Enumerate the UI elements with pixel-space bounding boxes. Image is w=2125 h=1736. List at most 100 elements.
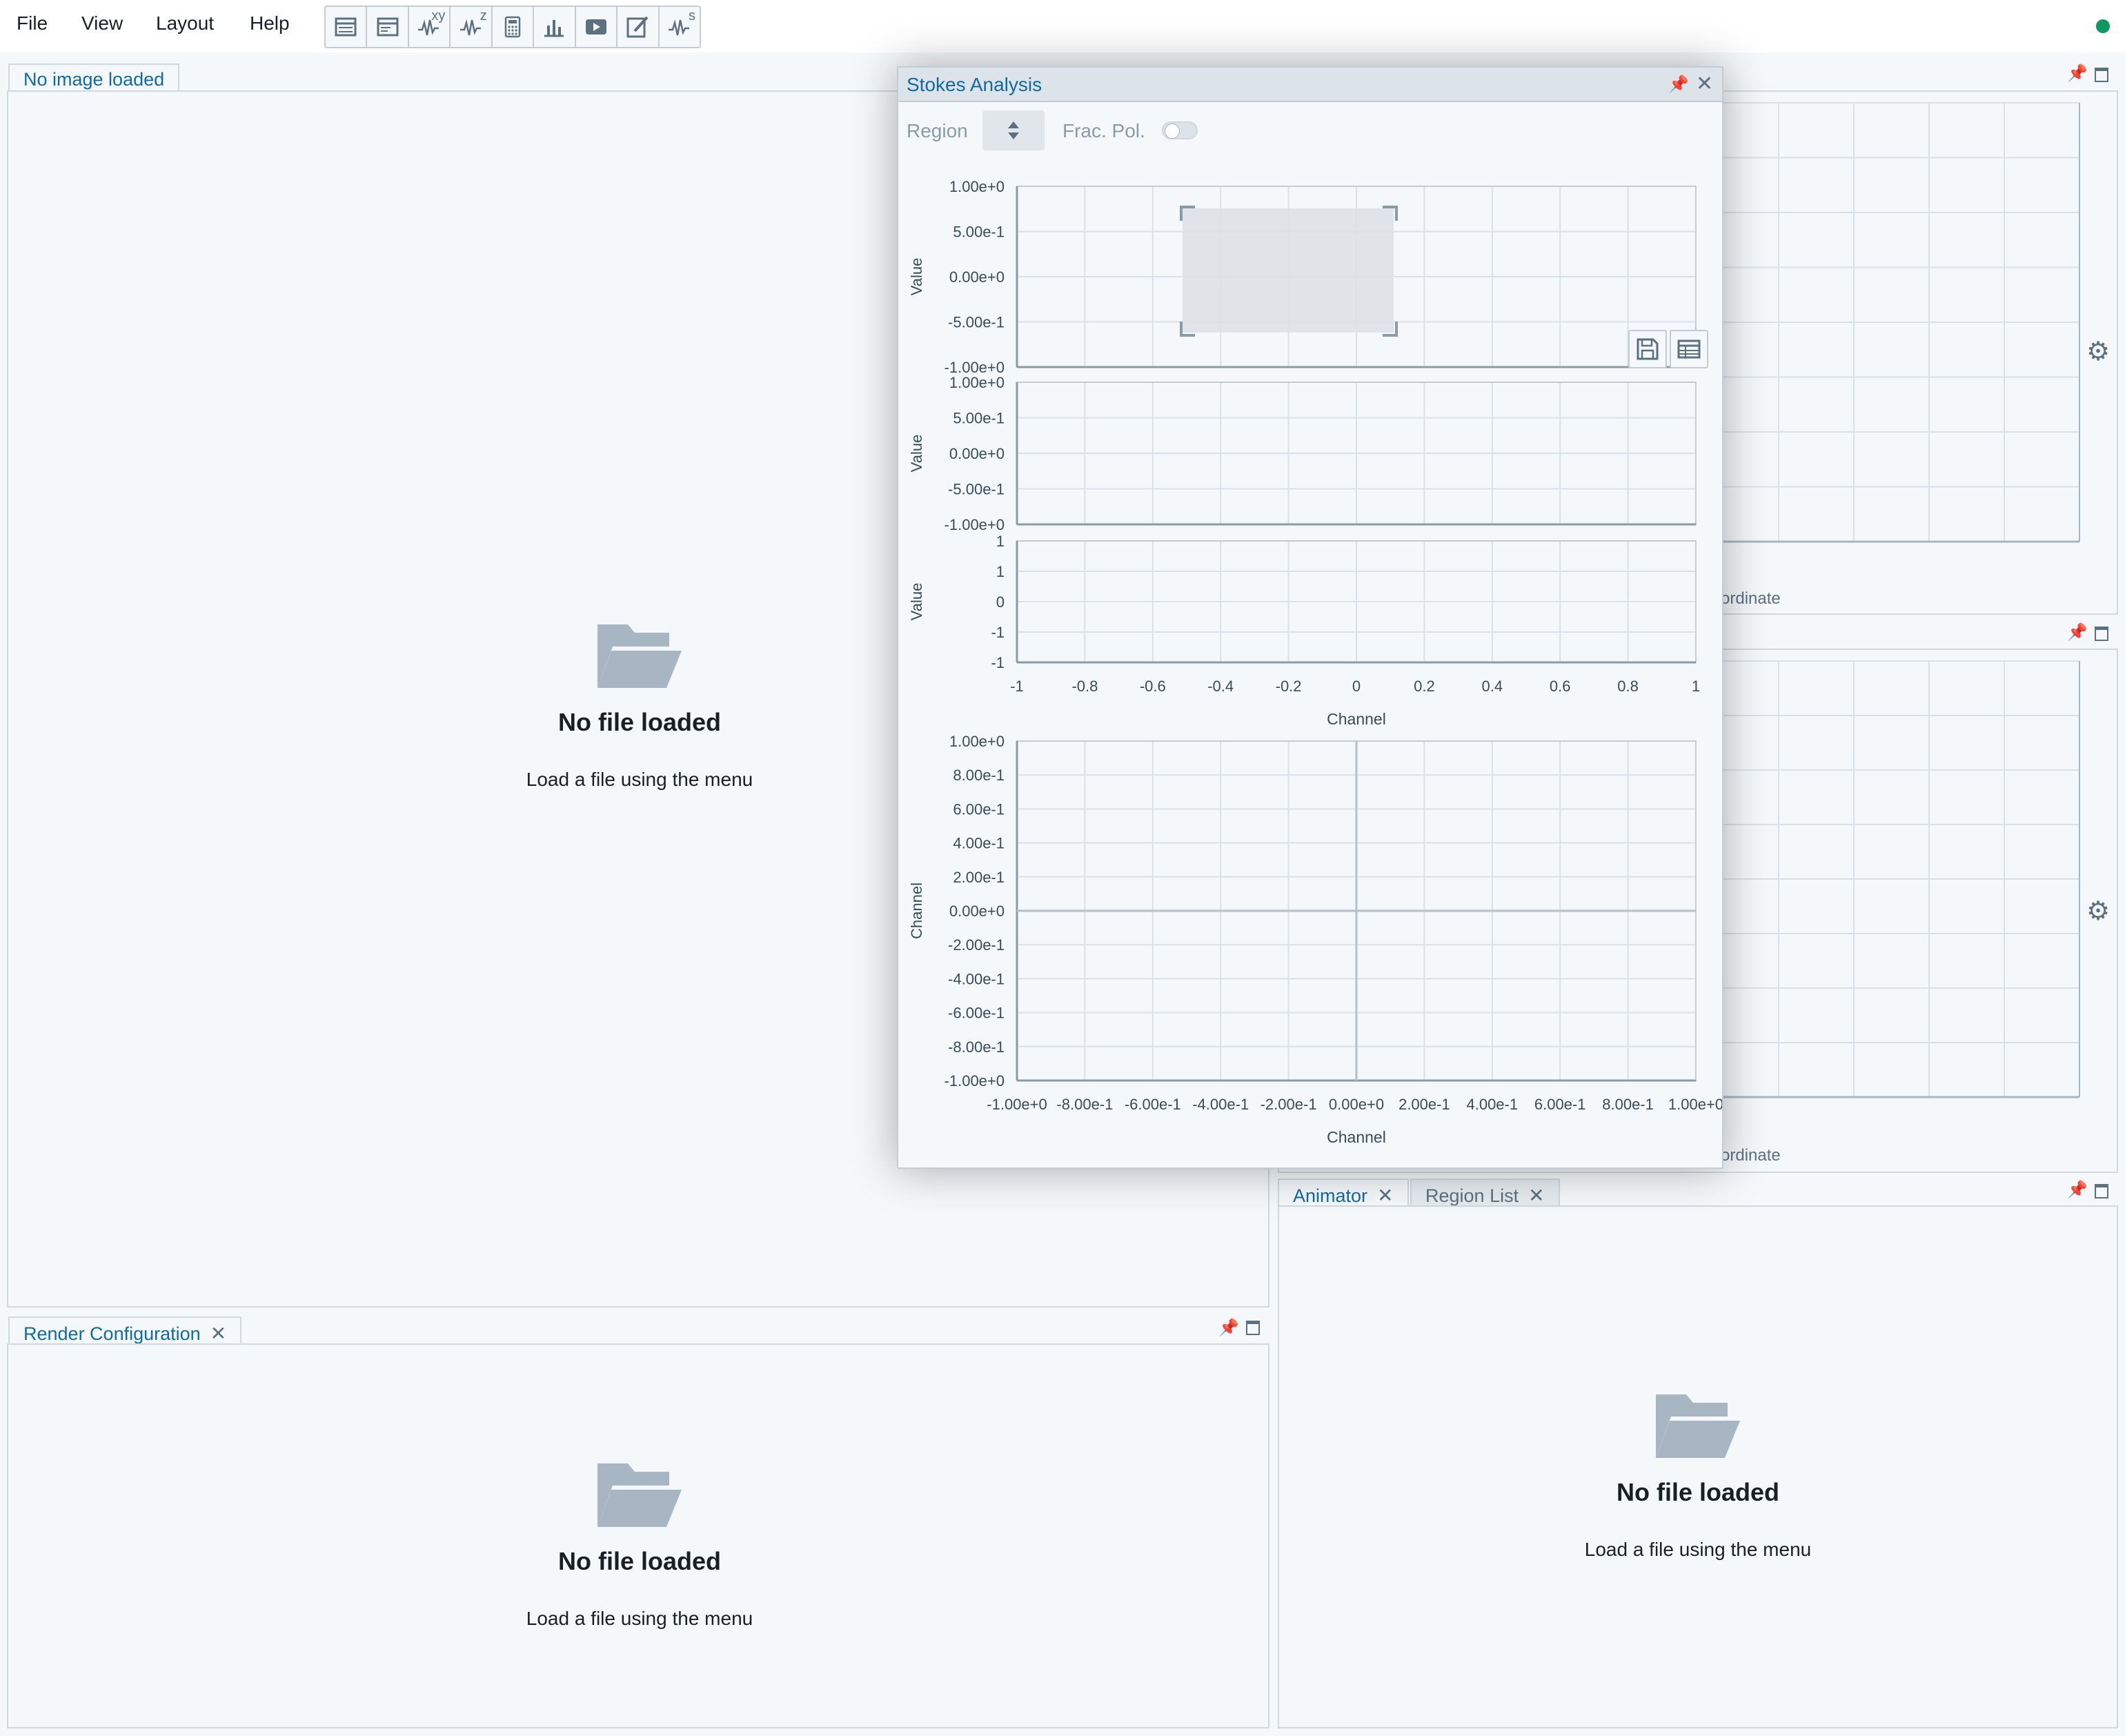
stokes-chart-3: 1 1 0 -1 -1 Value -1 -0.8 -0.6 -0.4 -0.2 0 0.2 0.4 0.6…: [908, 533, 1700, 728]
y-tick-label: -6.00e-1: [948, 1005, 1005, 1022]
stokes-analysis-window[interactable]: Stokes Analysis 📌 ✕ Region Frac. Pol. 1.…: [897, 66, 1723, 1169]
x-axis-label: Channel: [1327, 710, 1386, 728]
video-icon: [585, 19, 606, 34]
x-tick-label: 0.2: [1414, 678, 1435, 695]
tab-render-configuration[interactable]: Render Configuration ✕: [8, 1316, 242, 1344]
y-axis-label: Channel: [908, 882, 925, 939]
y-axis-label: Value: [908, 435, 925, 473]
x-tick-label: 6.00e-1: [1534, 1096, 1586, 1113]
close-icon[interactable]: ✕: [1528, 1185, 1544, 1206]
widget-toolbar: xy z s: [324, 6, 701, 48]
header-icon: [377, 17, 399, 37]
menu-layout[interactable]: Layout: [156, 12, 214, 34]
y-tick-label: 2.00e-1: [953, 869, 1005, 886]
y-tick-label: 1.00e+0: [949, 733, 1005, 750]
x-axis-label: Channel: [1327, 1128, 1386, 1146]
maximize-icon[interactable]: [2095, 68, 2108, 82]
empty-title: No file loaded: [557, 1547, 722, 1575]
y-tick-label: 6.00e-1: [953, 800, 1005, 818]
x-tick-label: -0.4: [1207, 678, 1234, 695]
x-tick-label: -6.00e-1: [1125, 1096, 1181, 1113]
spatial-superscript: xy: [431, 8, 446, 23]
pin-icon[interactable]: 📌: [2067, 622, 2088, 642]
x-tick-label: -0.8: [1071, 678, 1098, 695]
tab-animator[interactable]: Animator ✕: [1278, 1178, 1409, 1206]
animator-button[interactable]: [576, 7, 618, 47]
spectral-profiler-button[interactable]: z: [451, 7, 493, 47]
table-button[interactable]: [1670, 330, 1708, 368]
y-tick-label: 0.00e+0: [949, 902, 1005, 920]
statistics-button[interactable]: [493, 7, 535, 47]
tab-label: No image loaded: [23, 69, 165, 90]
empty-title: No file loaded: [557, 708, 722, 736]
empty-subtitle: Load a file using the menu: [1584, 1539, 1812, 1560]
x-tick-label: 0.4: [1482, 678, 1503, 695]
x-tick-label: 0.00e+0: [1329, 1096, 1384, 1113]
spectral-superscript: z: [480, 8, 487, 23]
y-tick-label: 4.00e-1: [953, 835, 1005, 852]
x-tick-label: -0.2: [1276, 678, 1302, 695]
save-button[interactable]: [1628, 330, 1667, 368]
y-tick-label: -4.00e-1: [948, 970, 1005, 987]
y-tick-label: -5.00e-1: [948, 481, 1005, 498]
x-tick-label: 8.00e-1: [1602, 1096, 1654, 1113]
y-tick-label: -1: [991, 654, 1005, 671]
maximize-icon[interactable]: [2095, 1184, 2108, 1199]
list-icon: [335, 17, 357, 37]
histogram-button[interactable]: [534, 7, 576, 47]
y-axis-label: Value: [908, 583, 925, 621]
x-axis-label: ordinate: [1721, 589, 1781, 608]
y-tick-label: 1.00e+0: [949, 374, 1005, 391]
floppy-disk-icon: [1637, 338, 1659, 360]
empty-state: No file loaded Load a file using the men…: [1491, 1386, 1905, 1561]
y-tick-label: 0.00e+0: [949, 268, 1005, 286]
y-tick-label: 5.00e-1: [953, 224, 1005, 241]
x-tick-label: -8.00e-1: [1056, 1096, 1113, 1113]
y-tick-label: -1.00e+0: [945, 516, 1005, 533]
x-tick-label: -2.00e-1: [1261, 1096, 1317, 1113]
y-tick-label: 1: [996, 563, 1005, 580]
y-tick-label: 0: [996, 593, 1005, 611]
folder-open-icon: [597, 1463, 682, 1527]
close-icon[interactable]: ✕: [1377, 1185, 1393, 1206]
animator-panel: No file loaded Load a file using the men…: [1278, 1205, 2118, 1728]
close-icon[interactable]: ✕: [210, 1323, 226, 1344]
calculator-icon: [504, 16, 521, 38]
pin-icon[interactable]: 📌: [2067, 63, 2088, 83]
empty-title: No file loaded: [1616, 1478, 1780, 1506]
render-config-button[interactable]: [617, 7, 660, 47]
x-tick-label: -1.00e+0: [987, 1096, 1047, 1113]
pin-icon[interactable]: 📌: [1218, 1318, 1239, 1338]
log-widget-button[interactable]: [326, 7, 368, 47]
tab-label: Animator: [1293, 1185, 1368, 1206]
selection-corners: [1180, 206, 1398, 337]
tab-image-viewer[interactable]: No image loaded: [8, 63, 180, 91]
pin-icon[interactable]: 📌: [2067, 1180, 2088, 1200]
bar-chart-icon: [544, 20, 564, 37]
y-tick-label: -8.00e-1: [948, 1038, 1005, 1056]
image-info-button[interactable]: [367, 7, 409, 47]
y-axis-label: Value: [908, 258, 925, 296]
menu-help[interactable]: Help: [250, 12, 290, 34]
menu-file[interactable]: File: [17, 12, 48, 34]
menu-view[interactable]: View: [81, 12, 123, 34]
empty-subtitle: Load a file using the menu: [526, 769, 753, 790]
tab-region-list[interactable]: Region List ✕: [1410, 1178, 1560, 1206]
gear-icon[interactable]: ⚙: [2086, 896, 2110, 927]
x-axis-label: ordinate: [1721, 1146, 1781, 1165]
maximize-icon[interactable]: [1246, 1321, 1260, 1335]
stokes-analysis-button[interactable]: s: [660, 7, 700, 47]
y-tick-label: -5.00e-1: [948, 314, 1005, 331]
y-tick-label: -2.00e-1: [948, 936, 1005, 954]
y-tick-label: 1: [996, 533, 1005, 550]
folder-open-icon: [597, 624, 682, 688]
y-tick-label: 1.00e+0: [949, 178, 1005, 195]
maximize-icon[interactable]: [2095, 627, 2108, 641]
x-tick-label: 4.00e-1: [1466, 1096, 1518, 1113]
y-tick-label: 0.00e+0: [949, 445, 1005, 462]
gear-icon[interactable]: ⚙: [2086, 336, 2110, 367]
folder-open-icon: [1656, 1394, 1740, 1458]
x-tick-label: 2.00e-1: [1398, 1096, 1450, 1113]
spatial-profiler-button[interactable]: xy: [409, 7, 451, 47]
y-tick-label: 8.00e-1: [953, 767, 1005, 784]
